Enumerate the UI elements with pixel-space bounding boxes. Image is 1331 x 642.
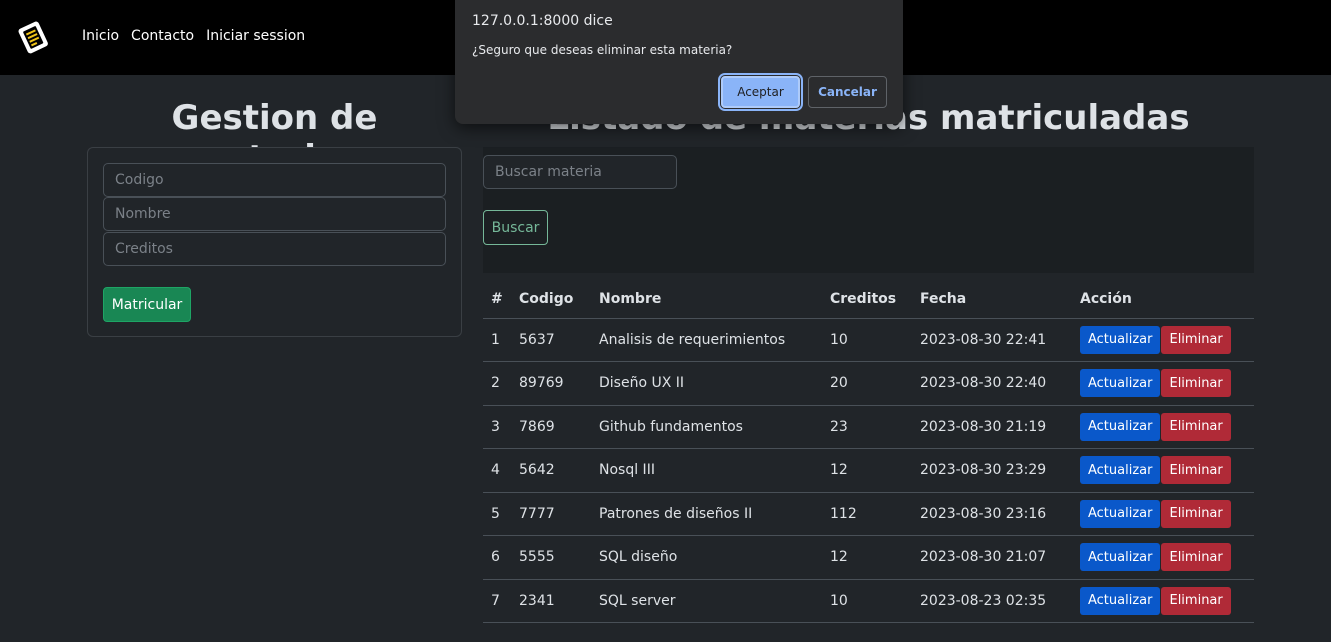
update-button[interactable]: Actualizar <box>1080 543 1161 572</box>
nav-links: Inicio Contacto Iniciar session <box>82 28 317 44</box>
search-input[interactable] <box>483 155 677 189</box>
dialog-cancel-button[interactable]: Cancelar <box>808 76 887 108</box>
cell-accion: Actualizar Eliminar <box>1072 579 1254 623</box>
cell-fecha: 2023-08-23 02:35 <box>912 579 1072 623</box>
notebook-logo-icon[interactable] <box>14 19 52 55</box>
update-button[interactable]: Actualizar <box>1080 369 1161 398</box>
delete-button[interactable]: Eliminar <box>1161 325 1231 354</box>
cell-nombre: SQL diseño <box>591 535 822 580</box>
header-fecha: Fecha <box>912 281 1072 319</box>
codigo-input[interactable] <box>103 163 446 197</box>
cell-index: 4 <box>483 448 511 493</box>
table-row: 2 89769 Diseño UX II 20 2023-08-30 22:40 Actu… <box>483 361 1254 406</box>
cell-creditos: 23 <box>822 405 912 449</box>
update-button[interactable]: Actualizar <box>1080 499 1161 528</box>
table-header-row: # Codigo Nombre Creditos Fecha Acción <box>483 281 1254 319</box>
cell-accion: Actualizar Eliminar <box>1072 405 1254 449</box>
cell-fecha: 2023-08-30 21:07 <box>912 535 1072 580</box>
creditos-input[interactable] <box>103 232 446 266</box>
cell-index: 3 <box>483 405 511 449</box>
cell-accion: Actualizar Eliminar <box>1072 535 1254 580</box>
cell-codigo: 89769 <box>511 361 591 406</box>
delete-button[interactable]: Eliminar <box>1161 456 1231 485</box>
cell-fecha: 2023-08-30 22:40 <box>912 361 1072 406</box>
cell-codigo: 7869 <box>511 405 591 449</box>
cell-fecha: 2023-08-30 21:19 <box>912 405 1072 449</box>
delete-button[interactable]: Eliminar <box>1161 543 1231 572</box>
header-nombre: Nombre <box>591 281 822 319</box>
cell-index: 7 <box>483 579 511 623</box>
update-button[interactable]: Actualizar <box>1080 456 1161 485</box>
cell-nombre: Nosql III <box>591 448 822 493</box>
table-row: 4 5642 Nosql III 12 2023-08-30 23:29 Actualiz… <box>483 448 1254 493</box>
table-row: 7 2341 SQL server 10 2023-08-23 02:35 Actuali… <box>483 579 1254 623</box>
update-button[interactable]: Actualizar <box>1080 412 1161 441</box>
dialog-accept-button[interactable]: Aceptar <box>721 76 800 108</box>
cell-nombre: Analisis de requerimientos <box>591 318 822 362</box>
cell-creditos: 10 <box>822 318 912 362</box>
enroll-form-card: Matricular <box>87 147 462 337</box>
cell-accion: Actualizar Eliminar <box>1072 492 1254 536</box>
table-row: 5 7777 Patrones de diseños II 112 2023-08-30… <box>483 492 1254 536</box>
dialog-title: 127.0.0.1:8000 dice <box>472 13 613 29</box>
cell-accion: Actualizar Eliminar <box>1072 318 1254 362</box>
nav-link-inicio[interactable]: Inicio <box>82 28 119 44</box>
cell-index: 5 <box>483 492 511 536</box>
cell-accion: Actualizar Eliminar <box>1072 448 1254 493</box>
table-row: 3 7869 Github fundamentos 23 2023-08-30 21:1… <box>483 405 1254 449</box>
cell-nombre: Diseño UX II <box>591 361 822 406</box>
cell-codigo: 7777 <box>511 492 591 536</box>
header-codigo: Codigo <box>511 281 591 319</box>
cell-nombre: Patrones de diseños II <box>591 492 822 536</box>
nombre-input[interactable] <box>103 197 446 231</box>
delete-button[interactable]: Eliminar <box>1161 369 1231 398</box>
header-creditos: Creditos <box>822 281 912 319</box>
delete-button[interactable]: Eliminar <box>1161 499 1231 528</box>
cell-accion: Actualizar Eliminar <box>1072 361 1254 406</box>
cell-nombre: SQL server <box>591 579 822 623</box>
cell-codigo: 5642 <box>511 448 591 493</box>
header-accion: Acción <box>1072 281 1254 319</box>
nav-link-iniciar-session[interactable]: Iniciar session <box>206 28 305 44</box>
table-row: 1 5637 Analisis de requerimientos 10 2023-08… <box>483 318 1254 362</box>
header-index: # <box>483 281 511 319</box>
cell-index: 2 <box>483 361 511 406</box>
matricular-button[interactable]: Matricular <box>103 287 191 322</box>
cell-creditos: 112 <box>822 492 912 536</box>
search-card: Buscar <box>483 147 1254 273</box>
cell-creditos: 10 <box>822 579 912 623</box>
cell-fecha: 2023-08-30 23:29 <box>912 448 1072 493</box>
cell-index: 6 <box>483 535 511 580</box>
cell-creditos: 20 <box>822 361 912 406</box>
cell-index: 1 <box>483 318 511 362</box>
dialog-message: ¿Seguro que deseas eliminar esta materia… <box>472 43 733 57</box>
search-button[interactable]: Buscar <box>483 210 548 245</box>
delete-button[interactable]: Eliminar <box>1161 412 1231 441</box>
cell-codigo: 2341 <box>511 579 591 623</box>
nav-link-contacto[interactable]: Contacto <box>131 28 194 44</box>
cell-nombre: Github fundamentos <box>591 405 822 449</box>
cell-fecha: 2023-08-30 23:16 <box>912 492 1072 536</box>
cell-fecha: 2023-08-30 22:41 <box>912 318 1072 362</box>
update-button[interactable]: Actualizar <box>1080 325 1161 354</box>
confirm-dialog: 127.0.0.1:8000 dice ¿Seguro que deseas e… <box>455 0 903 124</box>
delete-button[interactable]: Eliminar <box>1161 586 1231 615</box>
cell-codigo: 5555 <box>511 535 591 580</box>
cell-creditos: 12 <box>822 448 912 493</box>
materias-table: # Codigo Nombre Creditos Fecha Acción 15… <box>483 281 1254 623</box>
cell-codigo: 5637 <box>511 318 591 362</box>
cell-creditos: 12 <box>822 535 912 580</box>
update-button[interactable]: Actualizar <box>1080 586 1161 615</box>
table-row: 6 5555 SQL diseño 12 2023-08-30 21:07 Actuali… <box>483 535 1254 580</box>
